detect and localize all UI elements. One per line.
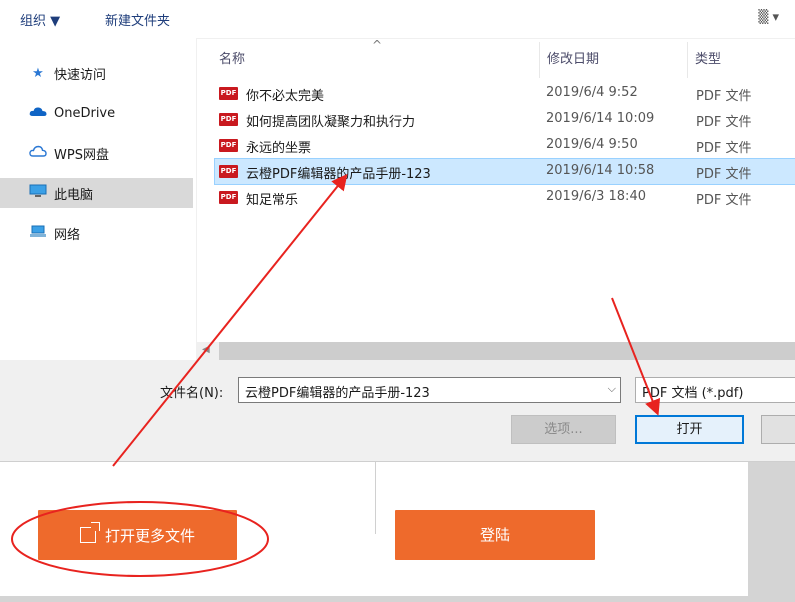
file-type-filter[interactable]: PDF 文档 (*.pdf): [635, 377, 795, 403]
filename-input[interactable]: 云橙PDF编辑器的产品手册-123 ⌵: [238, 377, 621, 403]
file-row[interactable]: PDF 永远的坐票 2019/6/4 9:50 PDF 文件: [215, 133, 795, 158]
options-button[interactable]: 选项...: [511, 415, 616, 444]
app-window-background: 打开更多文件 登陆: [0, 462, 795, 602]
new-folder-button[interactable]: 新建文件夹: [105, 10, 170, 29]
nav-item-wps-cloud[interactable]: WPS网盘: [0, 138, 193, 168]
view-options-icon[interactable]: ▒ ▾: [758, 10, 779, 25]
scroll-left-icon[interactable]: ◀: [202, 344, 210, 355]
horizontal-scrollbar[interactable]: ◀: [197, 342, 795, 360]
nav-item-label: 此电脑: [54, 187, 94, 203]
file-date: 2019/6/14 10:09: [546, 111, 655, 126]
cancel-button[interactable]: [761, 415, 795, 444]
open-more-files-button[interactable]: 打开更多文件: [38, 510, 237, 560]
pdf-file-icon: PDF: [219, 87, 238, 100]
filename-label: 文件名(N):: [160, 386, 224, 401]
pdf-file-icon: PDF: [219, 139, 238, 152]
column-separator[interactable]: [539, 42, 540, 78]
pdf-file-icon: PDF: [219, 113, 238, 126]
file-row[interactable]: PDF 知足常乐 2019/6/3 18:40 PDF 文件: [215, 185, 795, 210]
file-type: PDF 文件: [696, 89, 752, 104]
cloud-icon: [28, 106, 48, 121]
file-list: ^ 名称 修改日期 类型 PDF 你不必太完美 2019/6/4 9:52 PD…: [197, 38, 795, 342]
scrollbar-thumb[interactable]: [219, 342, 795, 360]
app-panel: 打开更多文件 登陆: [0, 462, 748, 596]
file-name: 你不必太完美: [246, 89, 325, 104]
file-date: 2019/6/14 10:58: [546, 163, 655, 178]
file-name: 云橙PDF编辑器的产品手册-123: [246, 167, 431, 182]
nav-item-onedrive[interactable]: OneDrive: [0, 98, 193, 128]
column-header-date[interactable]: 修改日期: [547, 48, 599, 67]
nav-item-label: 快速访问: [54, 67, 107, 83]
chevron-down-icon[interactable]: ⌵: [608, 382, 616, 396]
open-button[interactable]: 打开: [635, 415, 744, 444]
column-header-name[interactable]: 名称: [219, 48, 245, 67]
nav-item-network[interactable]: 网络: [0, 218, 193, 248]
filename-value: 云橙PDF编辑器的产品手册-123: [245, 386, 430, 401]
panel-divider: [375, 462, 376, 534]
file-type: PDF 文件: [696, 193, 752, 208]
file-date: 2019/6/4 9:50: [546, 137, 638, 152]
column-separator[interactable]: [687, 42, 688, 78]
file-type: PDF 文件: [696, 167, 752, 182]
network-icon: [28, 224, 48, 242]
open-more-files-label: 打开更多文件: [104, 526, 195, 545]
computer-icon: [28, 184, 48, 202]
nav-item-quick-access[interactable]: ★ 快速访问: [0, 58, 193, 88]
column-header-type[interactable]: 类型: [695, 48, 721, 67]
file-type: PDF 文件: [696, 141, 752, 156]
sort-ascending-icon: ^: [372, 38, 383, 52]
pdf-file-icon: PDF: [219, 191, 238, 204]
file-date: 2019/6/4 9:52: [546, 85, 638, 100]
file-row-selected[interactable]: PDF 云橙PDF编辑器的产品手册-123 2019/6/14 10:58 PD…: [214, 158, 795, 185]
dialog-toolbar: 组织 ▼ 新建文件夹 ▒ ▾: [0, 0, 795, 39]
file-name: 知足常乐: [246, 193, 299, 208]
file-date: 2019/6/3 18:40: [546, 189, 646, 204]
file-name: 如何提高团队凝聚力和执行力: [246, 115, 416, 130]
login-button[interactable]: 登陆: [395, 510, 595, 560]
external-link-icon: [79, 522, 100, 543]
file-name: 永远的坐票: [246, 141, 312, 156]
nav-item-label: OneDrive: [54, 105, 116, 121]
dialog-footer: 文件名(N): 云橙PDF编辑器的产品手册-123 ⌵ PDF 文档 (*.pd…: [0, 360, 795, 462]
file-row[interactable]: PDF 如何提高团队凝聚力和执行力 2019/6/14 10:09 PDF 文件: [215, 107, 795, 132]
navigation-pane: ★ 快速访问 OneDrive WPS网盘 此电脑 网络: [0, 38, 197, 360]
nav-item-this-pc[interactable]: 此电脑: [0, 178, 193, 208]
file-row[interactable]: PDF 你不必太完美 2019/6/4 9:52 PDF 文件: [215, 81, 795, 106]
organize-menu[interactable]: 组织 ▼: [20, 10, 60, 29]
star-icon: ★: [32, 65, 44, 81]
pdf-file-icon: PDF: [219, 165, 238, 178]
file-type-filter-value: PDF 文档 (*.pdf): [642, 386, 744, 401]
wps-cloud-icon: [28, 145, 48, 161]
file-type: PDF 文件: [696, 115, 752, 130]
nav-item-label: 网络: [54, 227, 81, 243]
nav-item-label: WPS网盘: [54, 147, 109, 163]
